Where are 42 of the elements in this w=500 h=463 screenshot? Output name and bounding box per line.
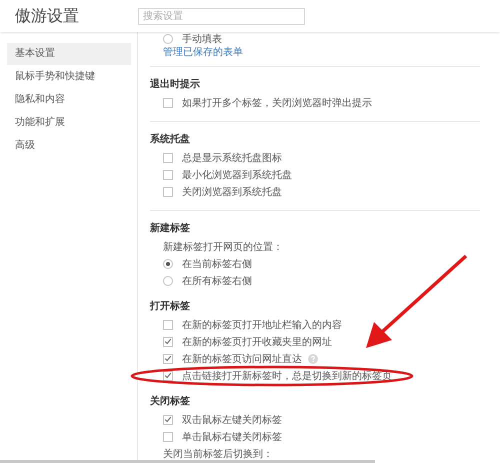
checkbox[interactable] xyxy=(163,354,173,364)
checkbox[interactable] xyxy=(163,336,173,346)
manage-forms-link[interactable]: 管理已保存的表单 xyxy=(163,44,243,58)
section-heading: 新建标签 xyxy=(150,221,191,236)
section-heading: 关闭标签 xyxy=(150,394,191,409)
checkbox-label: 总是显示系统托盘图标 xyxy=(182,152,282,164)
checkbox-label: 关闭浏览器到系统托盘 xyxy=(182,186,282,198)
checkbox[interactable] xyxy=(163,370,173,380)
section-heading: 退出时提示 xyxy=(150,78,201,92)
checkbox-label: 在新的标签页打开收藏夹里的网址 xyxy=(182,336,332,348)
search-field[interactable]: 搜索设置 xyxy=(138,8,305,24)
radio-button[interactable] xyxy=(163,34,173,44)
option-label: 关闭当前标签后切换到： xyxy=(163,448,273,460)
checkbox-label: 如果打开多个标签，关闭浏览器时弹出提示 xyxy=(182,96,372,110)
radio-label: 手动填表 xyxy=(182,32,222,46)
checkbox-label: 双击鼠标左键关闭标签 xyxy=(182,414,282,426)
section-heading: 系统托盘 xyxy=(150,132,191,147)
sidebar-item[interactable]: 隐私和内容 xyxy=(7,89,131,111)
checkbox[interactable] xyxy=(163,320,173,330)
checkbox-label: 在新的标签页访问网址直达 xyxy=(182,352,302,366)
radio-label: 在当前标签右侧 xyxy=(182,258,252,270)
sidebar-item[interactable]: 高级 xyxy=(7,135,131,157)
sidebar-item[interactable]: 鼠标手势和快捷键 xyxy=(7,66,131,88)
window-title: 傲游设置 xyxy=(14,6,80,26)
checkbox[interactable] xyxy=(163,152,173,162)
checkbox-label: 在新的标签页打开地址栏输入的内容 xyxy=(182,318,342,332)
horizontal-scrollbar[interactable] xyxy=(0,460,375,463)
option-label: 新建标签打开网页的位置： xyxy=(163,240,283,254)
sidebar-item[interactable]: 基本设置 xyxy=(7,43,131,65)
radio-button[interactable] xyxy=(163,258,173,268)
help-icon[interactable] xyxy=(308,354,318,364)
checkbox-label: 最小化浏览器到系统托盘 xyxy=(182,168,292,182)
section-heading: 打开标签 xyxy=(150,300,191,314)
checkbox[interactable] xyxy=(163,98,173,108)
radio-button[interactable] xyxy=(163,276,173,286)
checkbox-label: 单击鼠标右键关闭标签 xyxy=(182,430,282,444)
checkbox[interactable] xyxy=(163,186,173,196)
checkbox[interactable] xyxy=(163,432,173,442)
checkbox[interactable] xyxy=(163,414,173,424)
sidebar-item[interactable]: 功能和扩展 xyxy=(7,112,131,134)
checkbox[interactable] xyxy=(163,170,173,180)
radio-label: 在所有标签右侧 xyxy=(182,274,252,288)
